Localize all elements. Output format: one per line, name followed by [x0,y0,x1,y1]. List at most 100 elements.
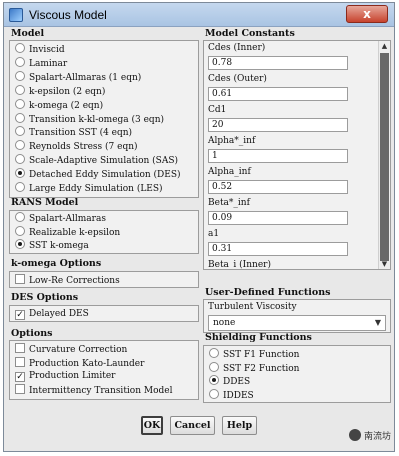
constant-input[interactable]: 0.78 [208,56,348,70]
des-options-group: DES Options ✓ Delayed DES [9,292,199,322]
udf-group: User-Defined Functions Turbulent Viscosi… [203,287,391,335]
option-checkbox-1[interactable]: Production Kato-Launder [15,356,145,370]
radio-label: Spalart-Allmaras (1 eqn) [29,72,142,83]
radio-label: SST F1 Function [223,350,300,360]
constant-label: Cd1 [208,105,227,115]
turbulent-viscosity-label: Turbulent Viscosity [208,302,297,312]
scrollbar-thumb[interactable] [380,53,389,261]
constant-label: Alpha*_inf [208,136,256,146]
constant-label: a1 [208,229,220,239]
model-radio-5[interactable]: Transition k-kl-omega (3 eqn) [15,112,165,126]
model-radio-7[interactable]: Reynolds Stress (7 eqn) [15,140,138,153]
checkbox-label: Curvature Correction [29,345,128,355]
watermark-text: 南流坊 [363,432,391,442]
shielding-title: Shielding Functions [205,332,312,343]
constant-input[interactable]: 0.52 [208,180,348,194]
radio-label: DDES [223,377,251,387]
shielding-radio-0[interactable]: SST F1 Function [209,348,299,361]
radio-label: Detached Eddy Simulation (DES) [29,170,181,181]
model-radio-1[interactable]: Laminar [15,56,67,70]
model-group-title: Model [11,28,45,39]
model-radio-3[interactable]: k-epsilon (2 eqn) [15,84,106,98]
rans-radio-2[interactable]: SST k-omega [15,239,89,252]
model-radio-4[interactable]: k-omega (2 eqn) [15,98,104,112]
radio-label: k-omega (2 eqn) [29,100,104,111]
shielding-radio-2[interactable]: DDES [209,375,250,388]
radio-label: Spalart-Allmaras [29,214,106,224]
cancel-button[interactable]: Cancel [170,416,215,435]
radio-label: k-epsilon (2 eqn) [29,86,106,97]
constant-label: Cdes (Inner) [208,43,266,53]
rans-radio-0[interactable]: Spalart-Allmaras [15,212,106,225]
radio-label: SST F2 Function [223,363,300,374]
wechat-logo-icon [348,429,361,441]
ok-button[interactable]: OK [141,416,163,435]
komega-options-group: k-omega Options Low-Re Corrections [9,258,199,288]
udf-box: Turbulent Viscosity none ▼ [203,299,391,333]
checkbox-icon: ✓ [15,310,25,320]
constant-input[interactable]: 0.31 [208,242,348,256]
checkbox-icon [15,356,25,367]
rans-model-group-title: RANS Model [11,197,79,208]
title-bar: Viscous Model x [4,3,394,27]
constant-label: Beta_i (Inner) [208,260,271,270]
radio-label: Large Eddy Simulation (LES) [29,184,163,194]
shielding-radio-1[interactable]: SST F2 Function [209,361,300,375]
radio-icon [15,168,25,179]
shielding-box: SST F1 Function SST F2 Function DDES IDDES [203,345,391,403]
radio-icon [15,182,25,192]
model-radio-9[interactable]: Detached Eddy Simulation (DES) [15,168,181,181]
constant-input[interactable]: 0.09 [208,211,348,225]
option-checkbox-0[interactable]: Curvature Correction [15,343,127,356]
radio-label: IDDES [223,390,254,401]
options-box: Curvature Correction Production Kato-Laun… [9,340,199,400]
low-re-corrections-checkbox[interactable]: Low-Re Corrections [15,274,120,287]
scroll-up-arrow-icon[interactable]: ▲ [380,41,389,51]
checkbox-label: Production Limiter [29,371,116,381]
model-constants-group: Model Constants Cdes (Inner) 0.78 Cdes (Ou… [203,28,391,273]
rans-radio-1[interactable]: Realizable k-epsilon [15,225,120,239]
options-group: Options Curvature Correction Production K… [9,328,199,400]
model-radio-10[interactable]: Large Eddy Simulation (LES) [15,182,163,195]
constant-label: Alpha_inf [208,167,251,177]
radio-icon [15,154,25,165]
checkbox-icon [15,383,25,394]
radio-label: Transition k-kl-omega (3 eqn) [29,114,165,125]
window-title: Viscous Model [29,8,107,22]
chevron-down-icon: ▼ [374,318,381,327]
model-radio-8[interactable]: Scale-Adaptive Simulation (SAS) [15,154,178,167]
komega-options-box: Low-Re Corrections [9,271,199,288]
radio-icon [15,98,25,109]
scroll-down-arrow-icon[interactable]: ▼ [380,259,389,269]
constant-input[interactable]: 1 [208,149,348,163]
model-radio-2[interactable]: Spalart-Allmaras (1 eqn) [15,70,142,84]
model-radio-6[interactable]: Transition SST (4 eqn) [15,126,132,139]
radio-icon [15,225,25,236]
constant-input[interactable]: 0.61 [208,87,348,101]
constants-scrollbar[interactable]: ▲ ▼ [378,41,390,269]
checkbox-icon [15,343,25,353]
udf-title: User-Defined Functions [205,287,331,298]
delayed-des-checkbox[interactable]: ✓ Delayed DES [15,308,89,321]
radio-icon [15,56,25,67]
checkbox-label: Production Kato-Launder [29,358,145,369]
option-checkbox-2[interactable]: ✓ Production Limiter [15,370,115,383]
shielding-group: Shielding Functions SST F1 Function SST F… [203,332,391,404]
shielding-radio-3[interactable]: IDDES [209,388,254,402]
close-button[interactable]: x [346,5,388,23]
radio-icon [209,348,219,358]
model-constants-title: Model Constants [205,28,295,39]
model-radio-0[interactable]: Inviscid [15,43,65,56]
option-checkbox-3[interactable]: Intermittency Transition Model [15,383,173,397]
radio-label: Inviscid [29,45,65,55]
radio-icon [15,212,25,222]
turbulent-viscosity-dropdown[interactable]: none ▼ [208,315,386,331]
dropdown-value: none [213,318,236,328]
help-button[interactable]: Help [222,416,257,435]
radio-label: Scale-Adaptive Simulation (SAS) [29,156,179,167]
constant-input[interactable]: 20 [208,118,348,132]
model-group: Model Inviscid Laminar Spalart-Allmaras (1… [9,28,199,198]
radio-icon [209,375,219,385]
radio-icon [209,388,219,399]
model-constants-box: Cdes (Inner) 0.78 Cdes (Outer) 0.61 Cd1 20 Alp… [203,40,391,270]
